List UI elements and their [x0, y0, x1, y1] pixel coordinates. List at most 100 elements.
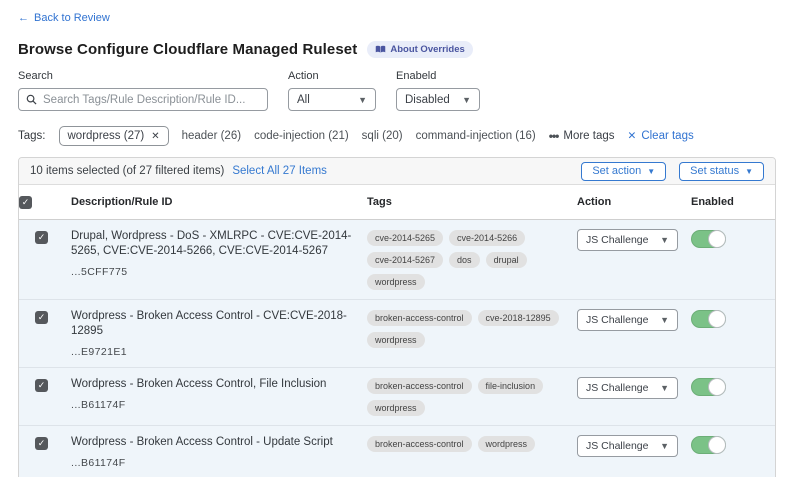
set-status-label: Set status [690, 165, 739, 177]
rule-description: Wordpress - Broken Access Control - Upda… [71, 435, 367, 450]
chevron-down-icon: ▼ [660, 441, 669, 451]
rule-tag-pill[interactable]: broken-access-control [367, 436, 472, 452]
rule-tag-pill[interactable]: cve-2014-5266 [449, 230, 525, 246]
rule-tag-pill[interactable]: file-inclusion [478, 378, 544, 394]
chevron-down-icon: ▼ [660, 383, 669, 393]
row-action-value: JS Challenge [586, 314, 648, 326]
select-all-checkbox[interactable]: ✓ [19, 196, 32, 209]
selected-tag-label: wordpress (27) [68, 130, 145, 142]
more-tags-label: More tags [563, 130, 614, 142]
rule-id: ...B61174F [71, 399, 367, 411]
row-enabled-toggle[interactable] [691, 230, 726, 248]
rule-id: ...E9721E1 [71, 346, 367, 358]
clear-tags-label: Clear tags [641, 130, 693, 142]
back-link[interactable]: ← Back to Review [18, 12, 110, 24]
tag-option[interactable]: command-injection (16) [416, 130, 536, 142]
row-action-select[interactable]: JS Challenge ▼ [577, 309, 678, 331]
table-header-row: ✓ Description/Rule ID Tags Action Enable… [19, 185, 775, 220]
row-checkbox[interactable]: ✓ [35, 231, 48, 244]
rule-tag-pill[interactable]: wordpress [367, 332, 425, 348]
rule-description: Wordpress - Broken Access Control, File … [71, 377, 367, 392]
rule-tag-pill[interactable]: broken-access-control [367, 378, 472, 394]
set-action-button[interactable]: Set action ▼ [581, 162, 666, 181]
row-enabled-toggle[interactable] [691, 310, 726, 328]
action-select-value: All [297, 94, 310, 106]
row-action-select[interactable]: JS Challenge ▼ [577, 435, 678, 457]
enabled-filter: Enabeld Disabled ▼ [396, 70, 480, 111]
table-row: ✓ Wordpress - Broken Access Control, File… [19, 368, 775, 426]
rule-description: Wordpress - Broken Access Control - CVE:… [71, 309, 367, 339]
chevron-down-icon: ▼ [660, 315, 669, 325]
about-overrides-label: About Overrides [390, 44, 464, 55]
row-checkbox[interactable]: ✓ [35, 437, 48, 450]
back-link-label: Back to Review [34, 12, 110, 24]
select-all-link[interactable]: Select All 27 Items [232, 165, 327, 177]
book-icon [375, 45, 386, 54]
selection-summary: 10 items selected (of 27 filtered items) [30, 165, 224, 177]
remove-tag-icon[interactable]: ✕ [151, 131, 159, 142]
row-action-select[interactable]: JS Challenge ▼ [577, 229, 678, 251]
toggle-knob [708, 378, 726, 396]
enabled-select-value: Disabled [405, 94, 450, 106]
rule-tag-pill[interactable]: wordpress [367, 400, 425, 416]
action-label: Action [288, 70, 376, 82]
about-overrides-badge[interactable]: About Overrides [367, 41, 472, 58]
table-row: ✓ Wordpress - Broken Access Control - Upd… [19, 426, 775, 477]
tag-options: header (26) code-injection (21) sqli (20) c… [182, 130, 536, 142]
row-action-value: JS Challenge [586, 234, 648, 246]
chevron-down-icon: ▼ [358, 95, 367, 105]
tag-option[interactable]: header (26) [182, 130, 241, 142]
rule-tag-pill[interactable]: drupal [486, 252, 527, 268]
row-checkbox[interactable]: ✓ [35, 379, 48, 392]
chevron-down-icon: ▼ [647, 167, 655, 176]
rule-tag-pill[interactable]: wordpress [367, 274, 425, 290]
row-action-value: JS Challenge [586, 440, 648, 452]
rule-tag-pill[interactable]: dos [449, 252, 480, 268]
search-box [18, 88, 268, 111]
row-enabled-toggle[interactable] [691, 436, 726, 454]
rule-tag-pill[interactable]: wordpress [478, 436, 536, 452]
action-filter: Action All ▼ [288, 70, 376, 111]
set-action-label: Set action [592, 165, 641, 177]
page-title: Browse Configure Cloudflare Managed Rule… [18, 41, 357, 58]
tag-option[interactable]: code-injection (21) [254, 130, 349, 142]
toggle-knob [708, 310, 726, 328]
tags-bar: Tags: wordpress (27) ✕ header (26) code-i… [18, 126, 776, 146]
row-checkbox[interactable]: ✓ [35, 311, 48, 324]
search-icon [26, 94, 37, 105]
selected-tag-chip[interactable]: wordpress (27) ✕ [59, 126, 169, 146]
chevron-down-icon: ▼ [660, 235, 669, 245]
row-enabled-toggle[interactable] [691, 378, 726, 396]
clear-tags-icon: ✕ [628, 130, 637, 142]
search-label: Search [18, 70, 268, 82]
table-row: ✓Drupal, Wordpress - DoS - XMLRPC - CVE:… [19, 220, 775, 300]
rule-tag-pill[interactable]: broken-access-control [367, 310, 472, 326]
action-select[interactable]: All ▼ [288, 88, 376, 111]
rule-tag-pill[interactable]: cve-2018-12895 [478, 310, 559, 326]
search-input[interactable] [43, 94, 260, 106]
search-filter: Search [18, 70, 268, 111]
chevron-down-icon: ▼ [745, 167, 753, 176]
row-action-select[interactable]: JS Challenge ▼ [577, 377, 678, 399]
column-header-description: Description/Rule ID [71, 185, 367, 218]
rule-id: ...B61174F [71, 457, 367, 469]
rule-tag-pill[interactable]: cve-2014-5265 [367, 230, 443, 246]
enabled-select[interactable]: Disabled ▼ [396, 88, 480, 111]
toggle-knob [708, 230, 726, 248]
ellipsis-icon: ••• [549, 129, 559, 143]
rule-tag-pill[interactable]: cve-2014-5267 [367, 252, 443, 268]
page: ← Back to Review Browse Configure Cloudf… [0, 0, 794, 477]
enabled-label: Enabeld [396, 70, 480, 82]
title-row: Browse Configure Cloudflare Managed Rule… [18, 41, 776, 58]
more-tags-button[interactable]: ••• More tags [549, 129, 615, 143]
row-action-value: JS Challenge [586, 382, 648, 394]
set-status-button[interactable]: Set status ▼ [679, 162, 764, 181]
column-header-action: Action [577, 185, 691, 218]
tags-label: Tags: [18, 130, 46, 142]
selection-bar: 10 items selected (of 27 filtered items)… [19, 158, 775, 185]
clear-tags-button[interactable]: ✕ Clear tags [628, 130, 694, 142]
tag-option[interactable]: sqli (20) [362, 130, 403, 142]
filters-row: Search Action All ▼ Enabeld Disabled ▼ [18, 70, 776, 111]
table-body: ✓Drupal, Wordpress - DoS - XMLRPC - CVE:… [19, 220, 775, 477]
table-row: ✓ Wordpress - Broken Access Control - CVE… [19, 300, 775, 368]
